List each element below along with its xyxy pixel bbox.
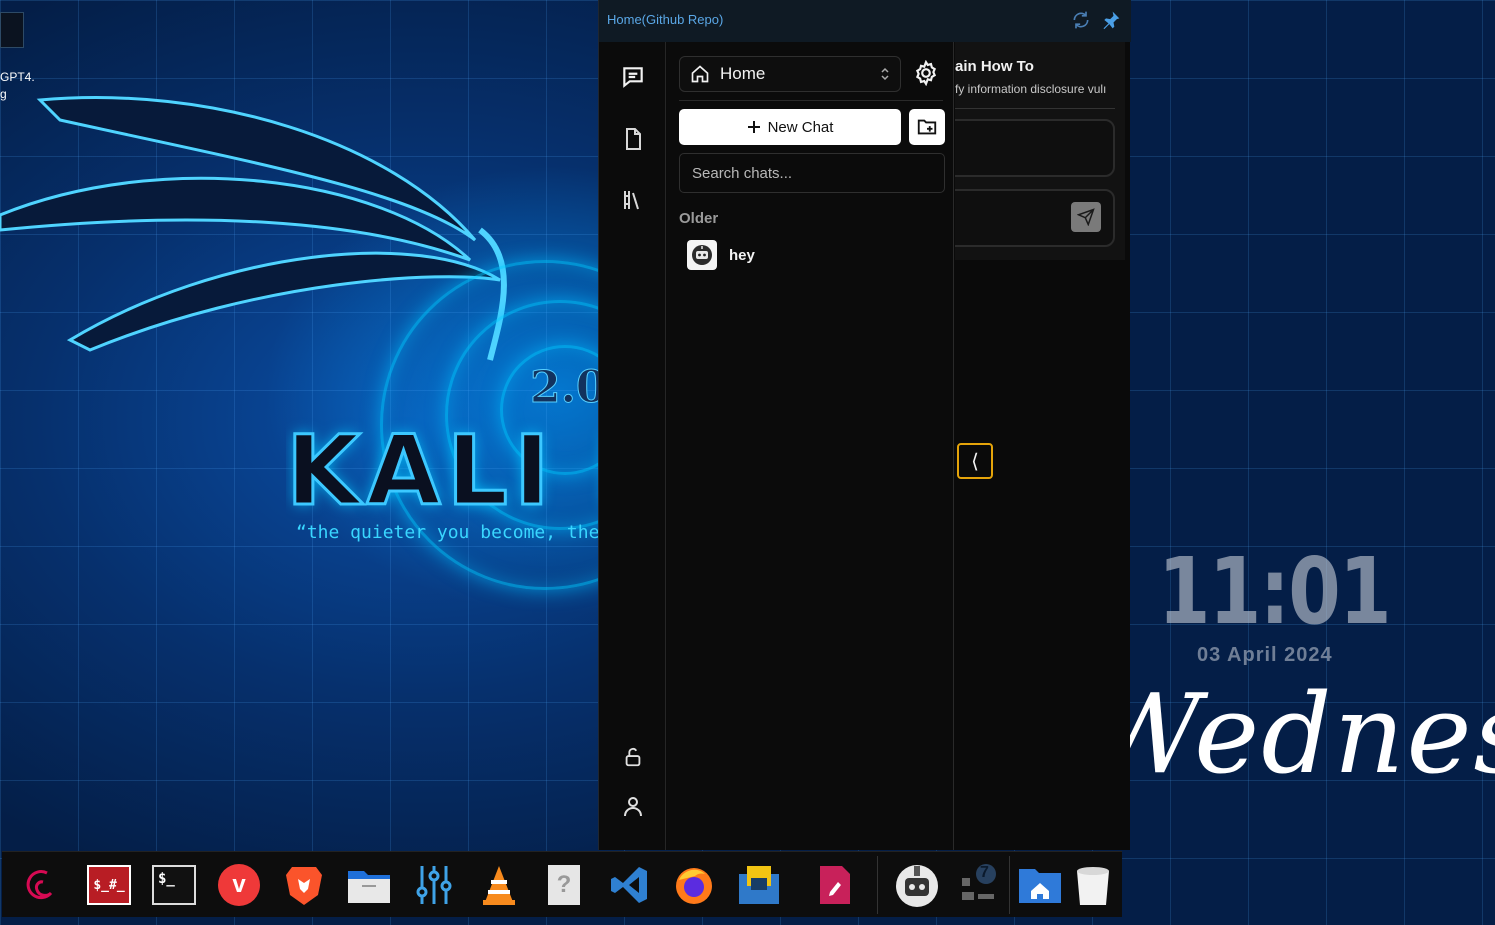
workspace-switcher-icon[interactable]: 7 <box>956 862 1002 908</box>
desktop-file-label-line-2: g <box>0 87 7 101</box>
wallpaper-slogan: “the quieter you become, the m <box>296 522 598 543</box>
window-title: Home(Github Repo) <box>607 12 724 27</box>
workspace-select-value: Home <box>720 64 766 83</box>
chat-app-window: Home(Github Repo) Home New Chat Search c… <box>598 0 1131 850</box>
vivaldi-icon[interactable]: v <box>216 862 262 908</box>
rail-library-button[interactable] <box>620 187 646 213</box>
suggested-prompt-title[interactable]: ain How To <box>955 58 1034 75</box>
send-icon <box>1077 208 1095 226</box>
user-icon <box>624 797 642 817</box>
refresh-icon[interactable] <box>1071 10 1091 30</box>
workspace-badge: 7 <box>980 864 989 881</box>
virtualbox-icon[interactable] <box>736 862 782 908</box>
taskbar: $_#_ $_ v ? 7 <box>2 851 1122 917</box>
text-editor-icon[interactable] <box>812 862 858 908</box>
taskbar-separator <box>877 856 878 914</box>
home-folder-icon[interactable] <box>1017 862 1063 908</box>
robot-avatar-icon <box>687 240 717 270</box>
plus-icon <box>747 121 760 133</box>
document-icon <box>626 128 641 150</box>
chat-main-panel: ain How To fy information disclosure vul… <box>955 42 1125 260</box>
sidebar-divider <box>679 100 943 101</box>
workspace-select[interactable]: Home <box>679 56 901 92</box>
chatbot-app-icon[interactable] <box>894 862 940 908</box>
rail-lock-button[interactable] <box>620 744 646 770</box>
send-button[interactable] <box>1071 202 1101 232</box>
folder-plus-icon <box>917 119 937 135</box>
new-chat-label: New Chat <box>767 118 834 136</box>
new-folder-button[interactable] <box>909 109 945 145</box>
chat-icon <box>623 67 643 88</box>
chat-context-box[interactable] <box>955 119 1115 177</box>
suggested-prompt-subtitle: fy information disclosure vulı <box>955 82 1107 96</box>
clock-time: 11:01 <box>1158 538 1392 645</box>
wallpaper-brand: KALI L <box>286 415 598 527</box>
window-titlebar[interactable]: Home(Github Repo) <box>599 0 1131 42</box>
gear-icon[interactable] <box>913 60 939 86</box>
file-manager-icon[interactable] <box>346 862 392 908</box>
chevron-updown-icon <box>881 67 889 81</box>
firefox-icon[interactable] <box>671 862 717 908</box>
panel-divider <box>955 108 1115 109</box>
vscode-icon[interactable] <box>606 862 652 908</box>
terminal-icon[interactable]: $_ <box>151 862 197 908</box>
mixer-icon[interactable] <box>411 862 457 908</box>
desktop-file-label[interactable]: GPT4. g <box>0 69 35 103</box>
root-terminal-icon[interactable]: $_#_ <box>86 862 132 908</box>
search-chats-input[interactable] <box>679 153 945 193</box>
icon-rail <box>599 42 666 850</box>
pin-icon[interactable] <box>1101 10 1121 30</box>
clock-day: Wednesday <box>1128 670 1495 798</box>
section-label-older: Older <box>679 210 719 227</box>
rail-chats-button[interactable] <box>620 64 646 90</box>
chat-list-item[interactable]: hey <box>679 238 945 272</box>
desktop-file-label-line-1: GPT4. <box>0 70 35 84</box>
chat-sidebar: Home New Chat Older <box>667 42 954 850</box>
unknown-file-icon[interactable]: ? <box>541 862 587 908</box>
collapse-sidebar-button[interactable]: ⟨ <box>957 443 993 479</box>
taskbar-separator <box>1009 856 1010 914</box>
new-chat-button[interactable]: New Chat <box>679 109 901 145</box>
chat-title: hey <box>729 246 755 264</box>
library-icon <box>624 191 639 210</box>
rail-profile-button[interactable] <box>620 793 646 819</box>
desktop-file-thumbnail[interactable] <box>0 12 24 48</box>
unlock-icon <box>625 748 641 767</box>
home-icon <box>691 65 709 83</box>
vlc-icon[interactable] <box>476 862 522 908</box>
brave-icon[interactable] <box>281 862 327 908</box>
trash-icon[interactable] <box>1070 862 1116 908</box>
clock-day-container: Wednesday <box>1128 630 1495 860</box>
rail-documents-button[interactable] <box>620 126 646 152</box>
wallpaper-version: 2.0 <box>530 362 608 414</box>
debian-icon[interactable] <box>18 862 64 908</box>
